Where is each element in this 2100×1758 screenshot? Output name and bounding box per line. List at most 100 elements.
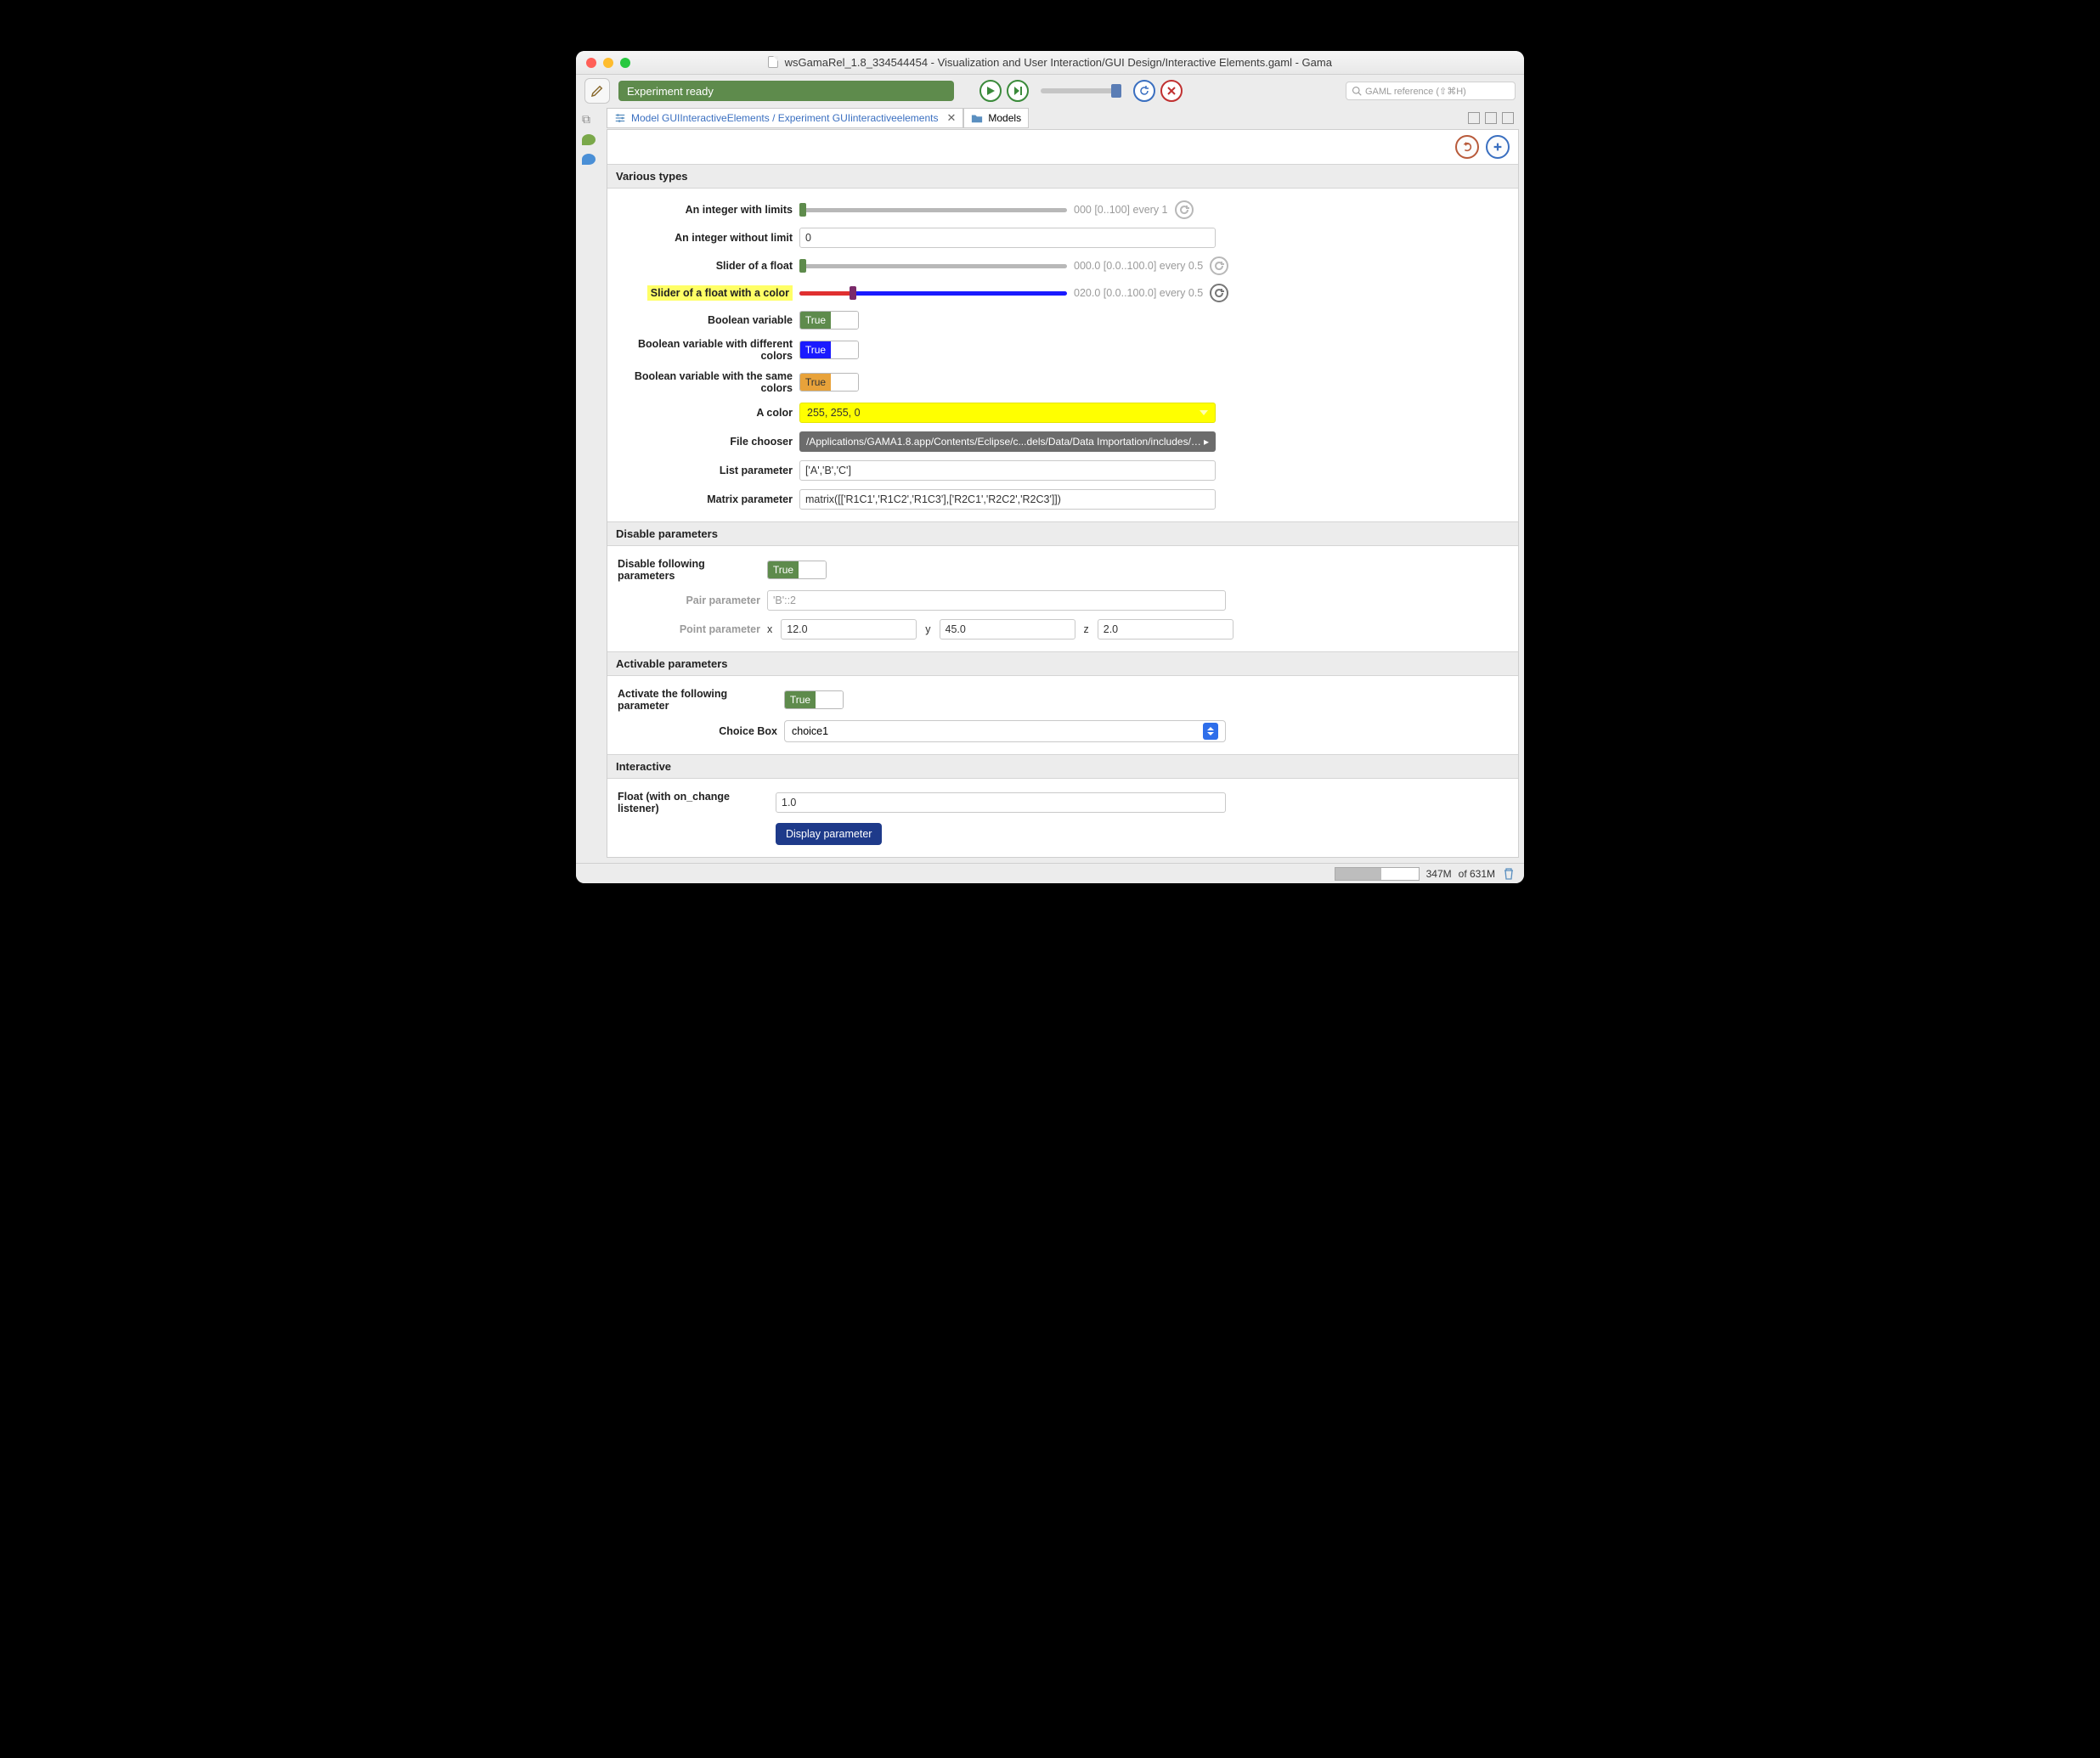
label-float-slider: Slider of a float [614,260,799,272]
input-point-z[interactable] [1098,619,1233,640]
revert-button[interactable] [1455,135,1479,159]
color-picker[interactable]: 255, 255, 0 [799,403,1216,423]
label-bool3: Boolean variable with the same colors [614,370,799,394]
input-list[interactable] [799,460,1216,481]
slider-float[interactable] [799,264,1067,268]
titlebar: wsGamaRel_1.8_334544454 - Visualization … [576,51,1524,75]
memory-bar [1335,867,1420,881]
label-disable-following: Disable following parameters [614,558,767,582]
trash-icon[interactable] [1502,867,1516,881]
stop-button[interactable] [1160,80,1183,102]
float-slider-suffix: 000.0 [0.0..100.0] every 0.5 [1074,260,1203,272]
restore-icon[interactable]: ⧉ [582,112,596,126]
status-pill: Experiment ready [618,81,954,101]
memory-total: of 631M [1459,868,1495,880]
input-point-y[interactable] [940,619,1075,640]
slider-float-color[interactable] [799,291,1067,296]
sliders-icon [614,112,626,124]
tab-experiment[interactable]: Model GUIInteractiveElements / Experimen… [607,108,963,128]
close-tab-icon[interactable]: ✕ [946,111,956,125]
file-open-icon: ▸ [1204,436,1209,448]
document-icon [768,56,778,68]
section-various: Various types [607,164,1518,189]
plus-icon [1492,141,1504,153]
label-activate: Activate the following parameter [614,688,784,712]
slider-int-limit[interactable] [799,208,1067,212]
section-disable: Disable parameters [607,521,1518,546]
label-bool2: Boolean variable with different colors [614,338,799,362]
left-rail: ⧉ [576,107,601,863]
play-icon [985,86,996,96]
input-matrix[interactable] [799,489,1216,510]
memory-used: 347M [1426,868,1452,880]
input-float-listener[interactable] [776,792,1226,813]
input-pair [767,590,1226,611]
label-list: List parameter [614,465,799,476]
step-button[interactable] [1007,80,1029,102]
label-matrix: Matrix parameter [614,493,799,505]
chat-blue-icon[interactable] [582,154,596,165]
dropdown-icon [1200,410,1208,415]
run-controls [979,80,1183,102]
refresh-float[interactable] [1210,256,1228,275]
tab-models[interactable]: Models [963,108,1029,128]
parameters-panel: Various types An integer with limits 000… [607,129,1519,858]
label-int-limit: An integer with limits [614,204,799,216]
play-button[interactable] [979,80,1002,102]
undo-arrow-icon [1461,141,1473,153]
minimize-icon[interactable] [603,58,613,68]
toggle-bool3[interactable]: True [799,373,859,392]
toggle-bool2[interactable]: True [799,341,859,359]
minimize-view-icon[interactable] [1468,112,1480,124]
display-parameter-button[interactable]: Display parameter [776,823,882,845]
statusbar: 347M of 631M [576,863,1524,883]
label-int-nolimit: An integer without limit [614,232,799,244]
maximize-icon[interactable] [620,58,630,68]
search-icon [1352,86,1362,96]
label-float-listener: Float (with on_change listener) [614,791,776,814]
input-point-x[interactable] [781,619,917,640]
restore-view-icon[interactable] [1502,112,1514,124]
speed-slider[interactable] [1041,88,1121,93]
refresh-int-limit[interactable] [1175,200,1194,219]
label-choice: Choice Box [614,725,784,737]
reload-button[interactable] [1133,80,1155,102]
toggle-disable-following[interactable]: True [767,561,827,579]
section-interactive: Interactive [607,754,1518,779]
toggle-bool1[interactable]: True [799,311,859,330]
float-color-suffix: 020.0 [0.0..100.0] every 0.5 [1074,287,1203,299]
close-icon[interactable] [586,58,596,68]
step-icon [1013,86,1023,96]
int-limit-suffix: 000 [0..100] every 1 [1074,204,1168,216]
app-window: wsGamaRel_1.8_334544454 - Visualization … [576,51,1524,883]
label-z: z [1084,623,1089,635]
input-int-nolimit[interactable] [799,228,1216,248]
file-chooser[interactable]: /Applications/GAMA1.8.app/Contents/Eclip… [799,431,1216,452]
label-bool1: Boolean variable [614,314,799,326]
folder-icon [971,112,983,124]
label-float-color: Slider of a float with a color [647,285,793,301]
chevron-updown-icon [1203,723,1218,740]
choice-box[interactable]: choice1 [784,720,1226,742]
chat-green-icon[interactable] [582,134,596,145]
tab-bar: Model GUIInteractiveElements / Experimen… [607,107,1519,129]
pencil-icon [590,83,605,99]
edit-button[interactable] [584,78,610,104]
label-file: File chooser [614,436,799,448]
toggle-activate[interactable]: True [784,690,844,709]
search-input[interactable]: GAML reference (⇧⌘H) [1346,82,1516,100]
reload-icon [1139,86,1149,96]
label-point: Point parameter [614,623,767,635]
maximize-view-icon[interactable] [1485,112,1497,124]
section-activable: Activable parameters [607,651,1518,676]
toolbar: Experiment ready GAML reference (⇧⌘H) [576,75,1524,107]
tab-tools [1468,112,1519,124]
label-pair: Pair parameter [614,594,767,606]
window-controls [586,58,630,68]
x-icon [1166,86,1177,96]
add-button[interactable] [1486,135,1510,159]
label-y: y [925,623,930,635]
label-x: x [767,623,772,635]
window-title: wsGamaRel_1.8_334544454 - Visualization … [576,56,1524,69]
refresh-float-color[interactable] [1210,284,1228,302]
